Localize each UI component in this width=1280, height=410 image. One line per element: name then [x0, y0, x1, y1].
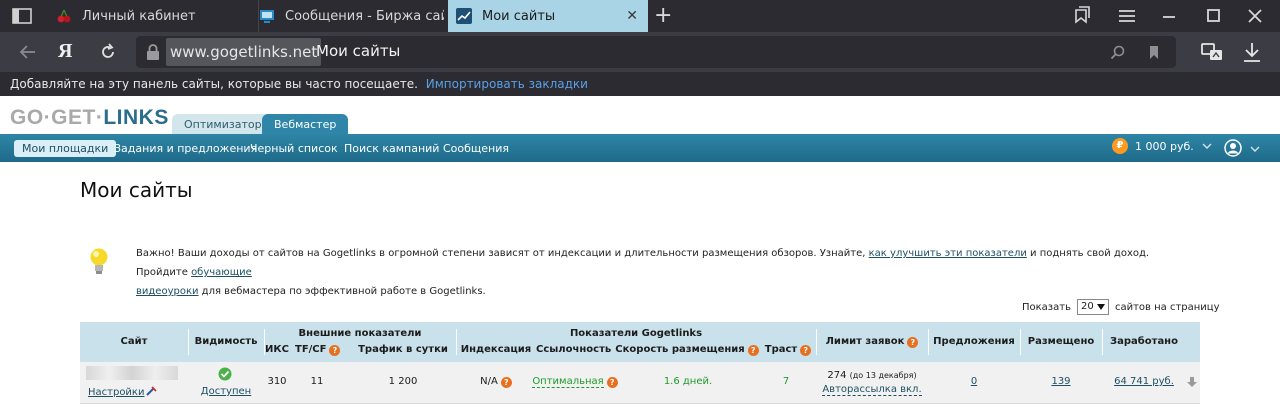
- translate-icon[interactable]: [1200, 40, 1224, 64]
- lightbulb-icon: [90, 248, 108, 274]
- col-trust[interactable]: Траст?: [760, 344, 816, 356]
- col-external-group: Внешние показатели: [298, 328, 422, 339]
- help-icon[interactable]: ?: [800, 345, 812, 356]
- bookmarks-hint: Добавляйте на эту панель сайты, которые …: [10, 77, 418, 91]
- col-site[interactable]: Сайт: [80, 336, 188, 347]
- minimize-icon[interactable]: [1158, 6, 1180, 26]
- tab-my-sites[interactable]: Мои сайты ✕: [448, 0, 648, 32]
- nav-messages[interactable]: Сообщения: [443, 140, 509, 157]
- site-url-redacted: [86, 366, 178, 380]
- sidebar-toggle-icon[interactable]: [12, 8, 32, 24]
- bookmarks-bar: Добавляйте на эту панель сайты, которые …: [0, 72, 1280, 96]
- col-iks[interactable]: ИКС: [264, 344, 290, 355]
- col-offers[interactable]: Предложения: [928, 336, 1020, 347]
- tabs-icon[interactable]: [1070, 6, 1092, 26]
- yandex-logo[interactable]: Я: [58, 40, 72, 63]
- chart-trend-icon: [456, 8, 472, 24]
- page-title: Мои сайты: [80, 178, 193, 202]
- col-placed[interactable]: Размещено: [1020, 336, 1102, 347]
- tab-optimizer[interactable]: Оптимизатор: [172, 114, 274, 136]
- url-page-title: Мои сайты: [316, 42, 401, 60]
- linking-value[interactable]: Оптимальная?: [528, 376, 622, 388]
- main-nav: Мои площадки Задания и предложения Черны…: [0, 134, 1280, 162]
- arrow-down-icon[interactable]: [1186, 376, 1198, 388]
- iks-value: 310: [267, 376, 287, 387]
- col-traffic[interactable]: Трафик в сутки: [350, 344, 456, 355]
- lock-icon[interactable]: [146, 44, 160, 60]
- trust-value: 7: [782, 376, 790, 387]
- video-tutorials-link-2[interactable]: видеоуроки: [136, 286, 199, 297]
- chevron-down-icon: [1202, 143, 1212, 149]
- site-settings[interactable]: Настройки: [88, 386, 158, 398]
- search-icon[interactable]: [1110, 44, 1126, 60]
- help-icon[interactable]: ?: [606, 377, 618, 388]
- new-tab-button[interactable]: +: [654, 4, 672, 28]
- tab-webmaster[interactable]: Вебмастер: [262, 114, 349, 136]
- tab-title: Личный кабинет: [82, 8, 196, 24]
- nav-my-sites[interactable]: Мои площадки: [14, 140, 117, 157]
- download-icon[interactable]: [1240, 40, 1264, 64]
- balance-dropdown[interactable]: ₽ 1 000 руб.: [1112, 138, 1212, 154]
- ruble-icon: ₽: [1112, 138, 1128, 154]
- visibility-status[interactable]: Доступен: [188, 386, 264, 397]
- tab-title: Мои сайты: [482, 8, 556, 24]
- improve-metrics-link[interactable]: как улучшить эти показатели: [869, 248, 1027, 259]
- col-indexing[interactable]: Индексация: [456, 344, 536, 355]
- tfcf-value: 11: [310, 376, 324, 387]
- earned-value[interactable]: 64 741 руб.: [1102, 376, 1186, 387]
- cherry-icon: [57, 9, 71, 23]
- browser-address-bar: Я www.gogetlinks.net Мои сайты: [0, 32, 1280, 72]
- close-tab-icon[interactable]: ✕: [626, 8, 638, 24]
- per-page-control: Показать 20 сайтов на страницу: [1022, 299, 1220, 315]
- traffic-value: 1 200: [388, 376, 418, 387]
- chevron-down-icon[interactable]: [1250, 144, 1260, 154]
- url-domain[interactable]: www.gogetlinks.net: [166, 38, 322, 66]
- reload-icon[interactable]: [98, 42, 118, 62]
- edit-icon[interactable]: [146, 386, 158, 396]
- balance-amount: 1 000 руб.: [1135, 139, 1194, 153]
- user-avatar-icon[interactable]: [1224, 139, 1242, 157]
- close-window-icon[interactable]: [1244, 6, 1266, 26]
- help-icon[interactable]: ?: [500, 377, 512, 388]
- per-page-select[interactable]: 20: [1076, 299, 1109, 315]
- tab-messages[interactable]: Сообщения - Биржа сайто: [258, 0, 444, 32]
- back-arrow-icon[interactable]: [18, 42, 38, 62]
- check-circle-icon: [218, 367, 232, 381]
- dropdown-arrow-icon: [1096, 304, 1105, 310]
- site-content: GO·GET·LINKS Оптимизатор Вебмастер Мои п…: [0, 96, 1280, 410]
- autosend-link[interactable]: Авторассылка вкл.: [816, 384, 928, 396]
- limit-value: 274 (до 13 декабря): [827, 370, 917, 381]
- help-icon[interactable]: ?: [329, 345, 341, 356]
- col-speed[interactable]: Скорость размещения?: [612, 344, 762, 356]
- table-header: Сайт Видимость Внешние показатели ИКС TF…: [80, 322, 1200, 362]
- col-ggl-group: Показатели Gogetlinks: [569, 328, 703, 339]
- offers-value[interactable]: 0: [928, 376, 1020, 387]
- video-tutorials-link[interactable]: обучающие: [191, 267, 252, 278]
- monitor-icon: [260, 10, 274, 23]
- speed-value: 1.6 дней.: [663, 376, 713, 387]
- help-icon[interactable]: ?: [747, 345, 759, 356]
- help-icon[interactable]: ?: [907, 337, 919, 348]
- url-field[interactable]: www.gogetlinks.net Мои сайты: [136, 36, 1176, 68]
- import-bookmarks-link[interactable]: Импортировать закладки: [426, 77, 588, 91]
- maximize-icon[interactable]: [1202, 6, 1224, 26]
- indexing-value: N/A?: [456, 376, 536, 388]
- nav-tasks[interactable]: Задания и предложения: [114, 140, 257, 157]
- tab-title: Сообщения - Биржа сайто: [285, 8, 444, 24]
- menu-icon[interactable]: [1116, 6, 1138, 26]
- bookmark-icon[interactable]: [1146, 44, 1162, 60]
- col-visibility[interactable]: Видимость: [188, 336, 264, 347]
- tab-personal-cabinet[interactable]: Личный кабинет: [56, 0, 246, 32]
- placed-value[interactable]: 139: [1020, 376, 1102, 387]
- col-linking[interactable]: Ссылочность: [536, 344, 611, 355]
- gogetlinks-logo[interactable]: GO·GET·LINKS: [10, 106, 169, 130]
- nav-campaign-search[interactable]: Поиск кампаний: [344, 140, 439, 157]
- col-tfcf[interactable]: TF/CF?: [295, 344, 341, 356]
- browser-tab-bar: Личный кабинет Сообщения - Биржа сайто М…: [0, 0, 1280, 32]
- info-notice: Важно! Ваши доходы от сайтов на Gogetlin…: [136, 248, 1150, 297]
- nav-blacklist[interactable]: Черный список: [250, 140, 338, 157]
- col-earned[interactable]: Заработано: [1102, 336, 1186, 347]
- col-limit[interactable]: Лимит заявок?: [816, 336, 928, 348]
- table-row: Настройки Доступен 310 11 1 200 N/A? Опт…: [80, 362, 1200, 404]
